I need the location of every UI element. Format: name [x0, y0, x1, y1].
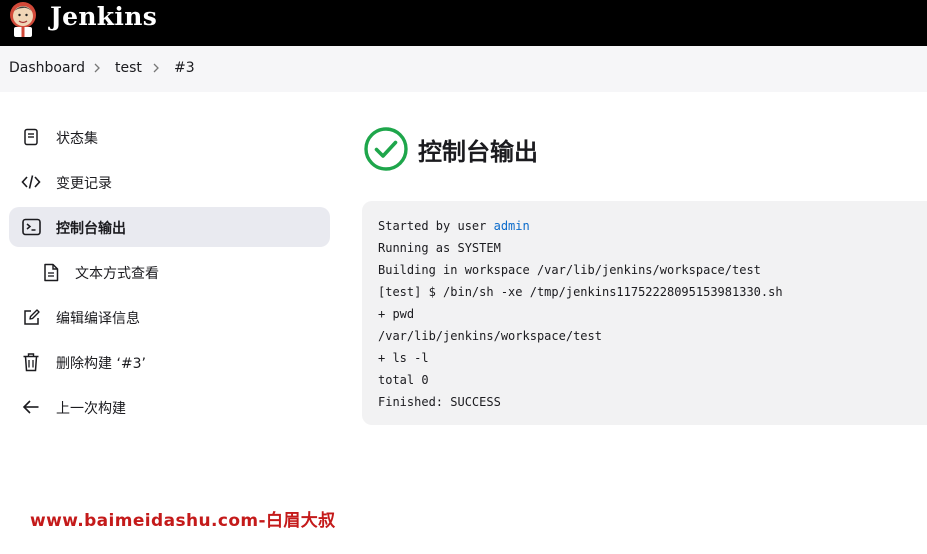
sidebar-item-delete-build[interactable]: 删除构建 ‘#3’ — [9, 342, 330, 382]
sidebar-item-console-output[interactable]: 控制台输出 — [9, 207, 330, 247]
jenkins-logo-icon[interactable] — [6, 0, 40, 38]
sidebar-item-label: 状态集 — [56, 131, 98, 147]
brand-name[interactable]: Jenkins — [50, 2, 157, 31]
console-line: /var/lib/jenkins/workspace/test — [378, 329, 602, 343]
sidebar-item-previous-build[interactable]: 上一次构建 — [9, 387, 330, 427]
success-check-icon — [364, 127, 408, 171]
code-icon — [21, 172, 41, 192]
chevron-right-icon — [153, 63, 159, 73]
file-text-icon — [41, 262, 61, 282]
console-output: Started by user admin Running as SYSTEM … — [362, 201, 927, 425]
sidebar-item-label: 上一次构建 — [56, 401, 126, 417]
console-line: Started by user admin — [378, 215, 783, 237]
sidebar-item-label: 变更记录 — [56, 176, 112, 192]
console-line: [test] $ /bin/sh -xe /tmp/jenkins1175222… — [378, 285, 783, 299]
edit-icon — [21, 307, 41, 327]
sidebar-item-changes[interactable]: 变更记录 — [9, 162, 330, 202]
document-icon — [21, 127, 41, 147]
sidebar-item-label: 删除构建 ‘#3’ — [56, 356, 146, 372]
sidebar-item-label: 编辑编译信息 — [56, 311, 140, 327]
breadcrumb-build[interactable]: #3 — [174, 60, 195, 76]
console-text: Started by user — [378, 219, 494, 233]
sidebar-item-label: 文本方式查看 — [75, 266, 159, 282]
watermark: www.baimeidashu.com-白眉大叔 — [30, 511, 336, 531]
console-line: total 0 — [378, 373, 429, 387]
console-line: + ls -l — [378, 351, 429, 365]
page-title: 控制台输出 — [418, 138, 538, 166]
top-header: Jenkins — [0, 0, 927, 46]
breadcrumb-test[interactable]: test — [115, 60, 142, 76]
console-line: Running as SYSTEM — [378, 241, 501, 255]
sidebar-item-label: 控制台输出 — [56, 221, 126, 237]
user-link[interactable]: admin — [494, 219, 530, 233]
terminal-icon — [21, 217, 41, 237]
sidebar-item-edit-build-info[interactable]: 编辑编译信息 — [9, 297, 330, 337]
sidebar-item-status[interactable]: 状态集 — [9, 117, 330, 157]
chevron-right-icon — [94, 63, 100, 73]
console-line: Building in workspace /var/lib/jenkins/w… — [378, 263, 761, 277]
breadcrumb-dashboard[interactable]: Dashboard — [9, 60, 85, 76]
sidebar-item-view-as-text[interactable]: 文本方式查看 — [9, 252, 330, 292]
arrow-left-icon — [21, 397, 41, 417]
trash-icon — [21, 352, 41, 372]
console-line: + pwd — [378, 307, 415, 321]
breadcrumb: Dashboard test #3 — [0, 46, 927, 92]
console-line: Finished: SUCCESS — [378, 395, 501, 409]
